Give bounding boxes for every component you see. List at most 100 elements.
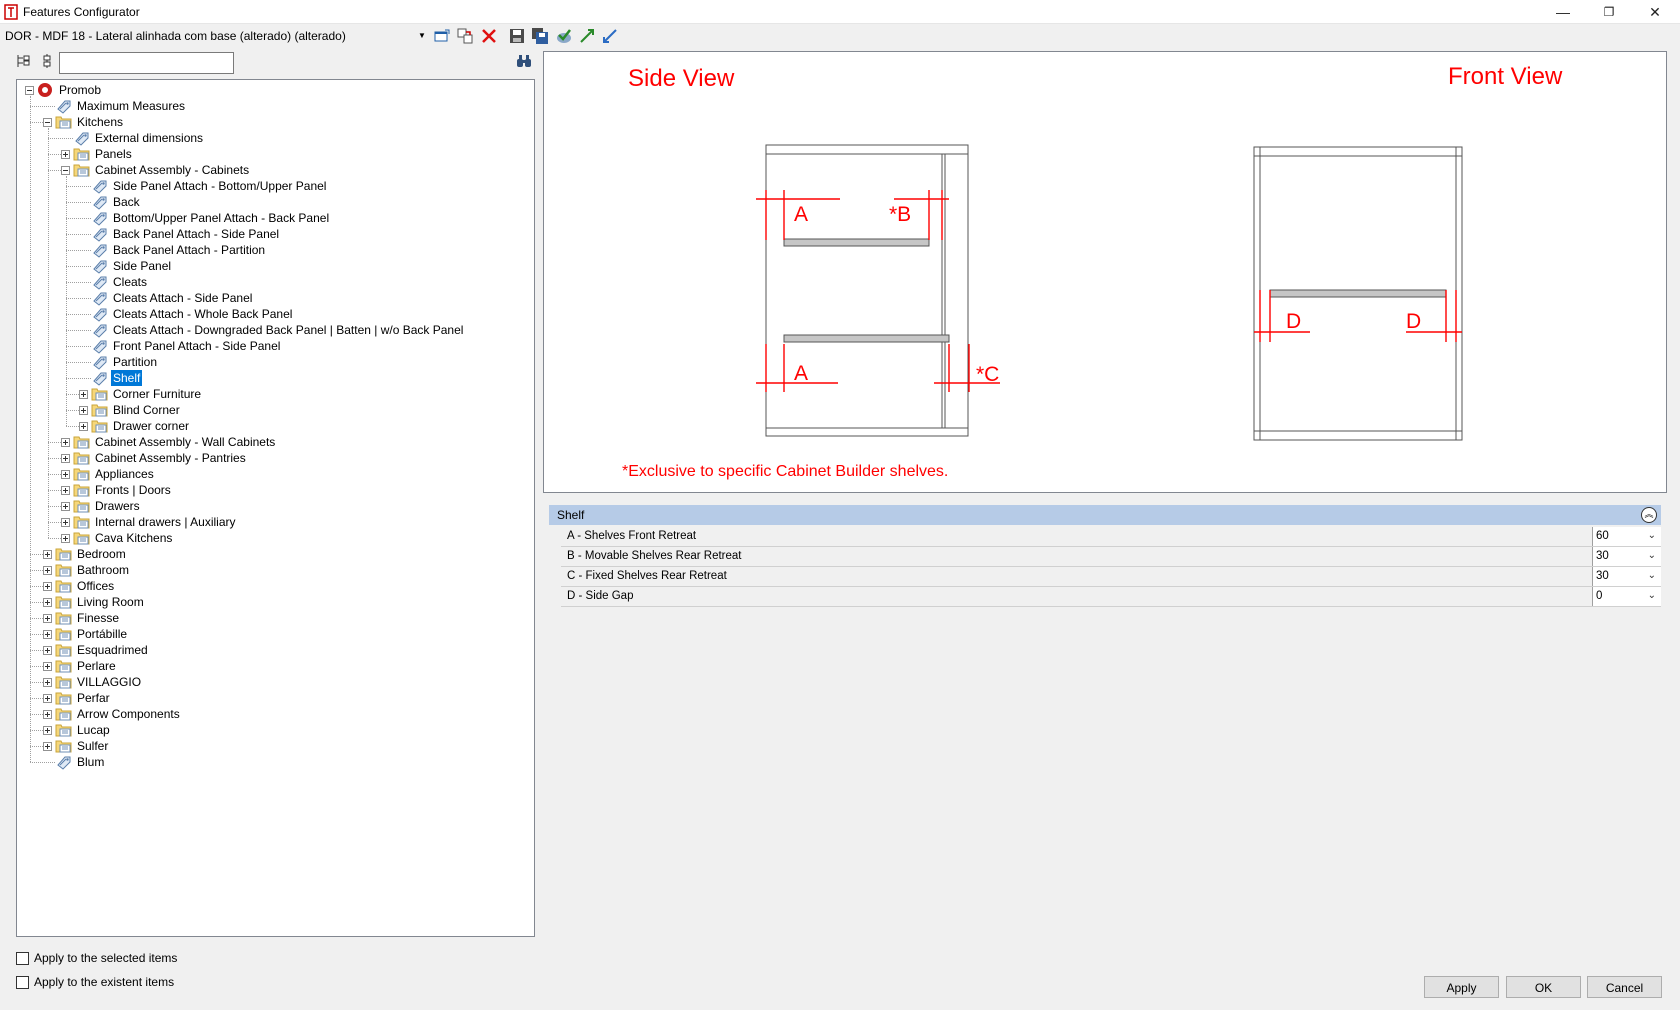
binoculars-icon[interactable] [516,53,532,69]
tree-item[interactable]: Perfar [43,690,112,706]
apply-selected-option[interactable]: Apply to the selected items [16,951,177,965]
expand-node-icon[interactable] [43,725,52,735]
expand-node-icon[interactable] [43,677,52,687]
dropdown-arrow-icon[interactable]: ▼ [418,31,426,40]
expand-node-icon[interactable] [43,581,52,591]
close-button[interactable]: ✕ [1632,0,1678,24]
check-icon[interactable] [555,27,573,45]
tree-item[interactable]: Sulfer [43,738,110,754]
expand-node-icon[interactable] [43,645,52,655]
tree-item[interactable]: Appliances [61,466,156,482]
property-group-header[interactable]: Shelf ︽ [549,505,1661,525]
tree-item[interactable]: Arrow Components [43,706,182,722]
configuration-select[interactable]: DOR - MDF 18 - Lateral alinhada com base… [5,29,346,43]
tree-item[interactable]: Side Panel Attach - Bottom/Upper Panel [79,178,328,194]
tree-item[interactable]: Drawer corner [79,418,191,434]
tree-item[interactable]: Offices [43,578,116,594]
chevron-down-icon[interactable]: ⌄ [1648,530,1656,541]
expand-node-icon[interactable] [43,565,52,575]
expand-node-icon[interactable] [43,613,52,623]
ok-button[interactable]: OK [1506,976,1581,998]
apply-button[interactable]: Apply [1424,976,1499,998]
property-value-select[interactable]: 30 ⌄ [1592,567,1661,586]
tree-item[interactable]: Perlare [43,658,118,674]
tree-item[interactable]: Cleats Attach - Side Panel [79,290,254,306]
tree-item[interactable]: Internal drawers | Auxiliary [61,514,238,530]
tree-expand-all-icon[interactable] [15,53,31,69]
tree-item[interactable]: Blind Corner [79,402,182,418]
expand-node-icon[interactable] [43,741,52,751]
copy-icon[interactable] [456,27,474,45]
window-icon[interactable] [433,27,451,45]
chevron-down-icon[interactable]: ⌄ [1648,590,1656,601]
collapse-icon[interactable] [601,27,619,45]
expand-node-icon[interactable] [43,597,52,607]
expand-node-icon[interactable] [61,469,70,479]
tree-item[interactable]: Maximum Measures [43,98,187,114]
tree-item[interactable]: Bedroom [43,546,128,562]
collapse-group-icon[interactable]: ︽ [1641,507,1657,523]
tree-item[interactable]: Finesse [43,610,121,626]
tree-item[interactable]: Portábille [43,626,129,642]
tree-item[interactable]: Bathroom [43,562,131,578]
delete-icon[interactable] [480,27,498,45]
expand-node-icon[interactable] [43,693,52,703]
expand-node-icon[interactable] [79,389,88,399]
tree-item[interactable]: External dimensions [61,130,205,146]
expand-node-icon[interactable] [61,453,70,463]
tree-item[interactable]: Cabinet Assembly - Wall Cabinets [61,434,277,450]
save-all-icon[interactable] [531,27,549,45]
expand-node-icon[interactable] [43,709,52,719]
apply-existent-checkbox[interactable] [16,975,29,989]
tree-item[interactable]: Fronts | Doors [61,482,173,498]
collapse-node-icon[interactable] [43,117,52,127]
tree-item[interactable]: Front Panel Attach - Side Panel [79,338,282,354]
tree-item[interactable]: Cleats Attach - Whole Back Panel [79,306,294,322]
feature-tree[interactable]: Promob Maximum Measures Kitchens External d… [16,79,535,937]
tree-item[interactable]: Drawers [61,498,142,514]
save-icon[interactable] [508,27,526,45]
tree-item[interactable]: Cabinet Assembly - Pantries [61,450,248,466]
expand-node-icon[interactable] [61,501,70,511]
apply-selected-checkbox[interactable] [16,951,29,965]
collapse-node-icon[interactable] [25,85,34,95]
expand-node-icon[interactable] [61,149,70,159]
tree-item[interactable]: Partition [79,354,159,370]
chevron-down-icon[interactable]: ⌄ [1648,570,1656,581]
expand-icon[interactable] [578,27,596,45]
expand-node-icon[interactable] [79,421,88,431]
tree-item[interactable]: Bottom/Upper Panel Attach - Back Panel [79,210,331,226]
tree-item[interactable]: VILLAGGIO [43,674,143,690]
tree-item[interactable]: Side Panel [79,258,173,274]
tree-item[interactable]: Cava Kitchens [61,530,174,546]
expand-node-icon[interactable] [61,533,70,543]
collapse-node-icon[interactable] [61,165,70,175]
tree-item[interactable]: Lucap [43,722,112,738]
apply-existent-option[interactable]: Apply to the existent items [16,975,174,989]
tree-item[interactable]: Corner Furniture [79,386,203,402]
tree-item[interactable]: Back Panel Attach - Side Panel [79,226,281,242]
minimize-button[interactable]: — [1540,0,1586,24]
tree-item[interactable]: Esquadrimed [43,642,150,658]
tree-item[interactable]: Promob [25,82,103,98]
tree-item[interactable]: Cleats Attach - Downgraded Back Panel | … [79,322,465,338]
property-value-select[interactable]: 60 ⌄ [1592,527,1661,546]
tree-item[interactable]: Kitchens [43,114,125,130]
expand-node-icon[interactable] [43,629,52,639]
expand-node-icon[interactable] [43,549,52,559]
expand-node-icon[interactable] [61,437,70,447]
tree-item[interactable]: Panels [61,146,134,162]
tree-item[interactable]: Back Panel Attach - Partition [79,242,267,258]
property-value-select[interactable]: 0 ⌄ [1592,587,1661,606]
expand-node-icon[interactable] [43,661,52,671]
cancel-button[interactable]: Cancel [1587,976,1662,998]
tree-collapse-all-icon[interactable] [39,53,55,69]
tree-item[interactable]: Cabinet Assembly - Cabinets [61,162,251,178]
chevron-down-icon[interactable]: ⌄ [1648,550,1656,561]
expand-node-icon[interactable] [61,485,70,495]
search-input[interactable] [59,52,234,74]
property-value-select[interactable]: 30 ⌄ [1592,547,1661,566]
restore-button[interactable]: ❐ [1586,0,1632,24]
expand-node-icon[interactable] [61,517,70,527]
tree-item[interactable]: Living Room [43,594,146,610]
